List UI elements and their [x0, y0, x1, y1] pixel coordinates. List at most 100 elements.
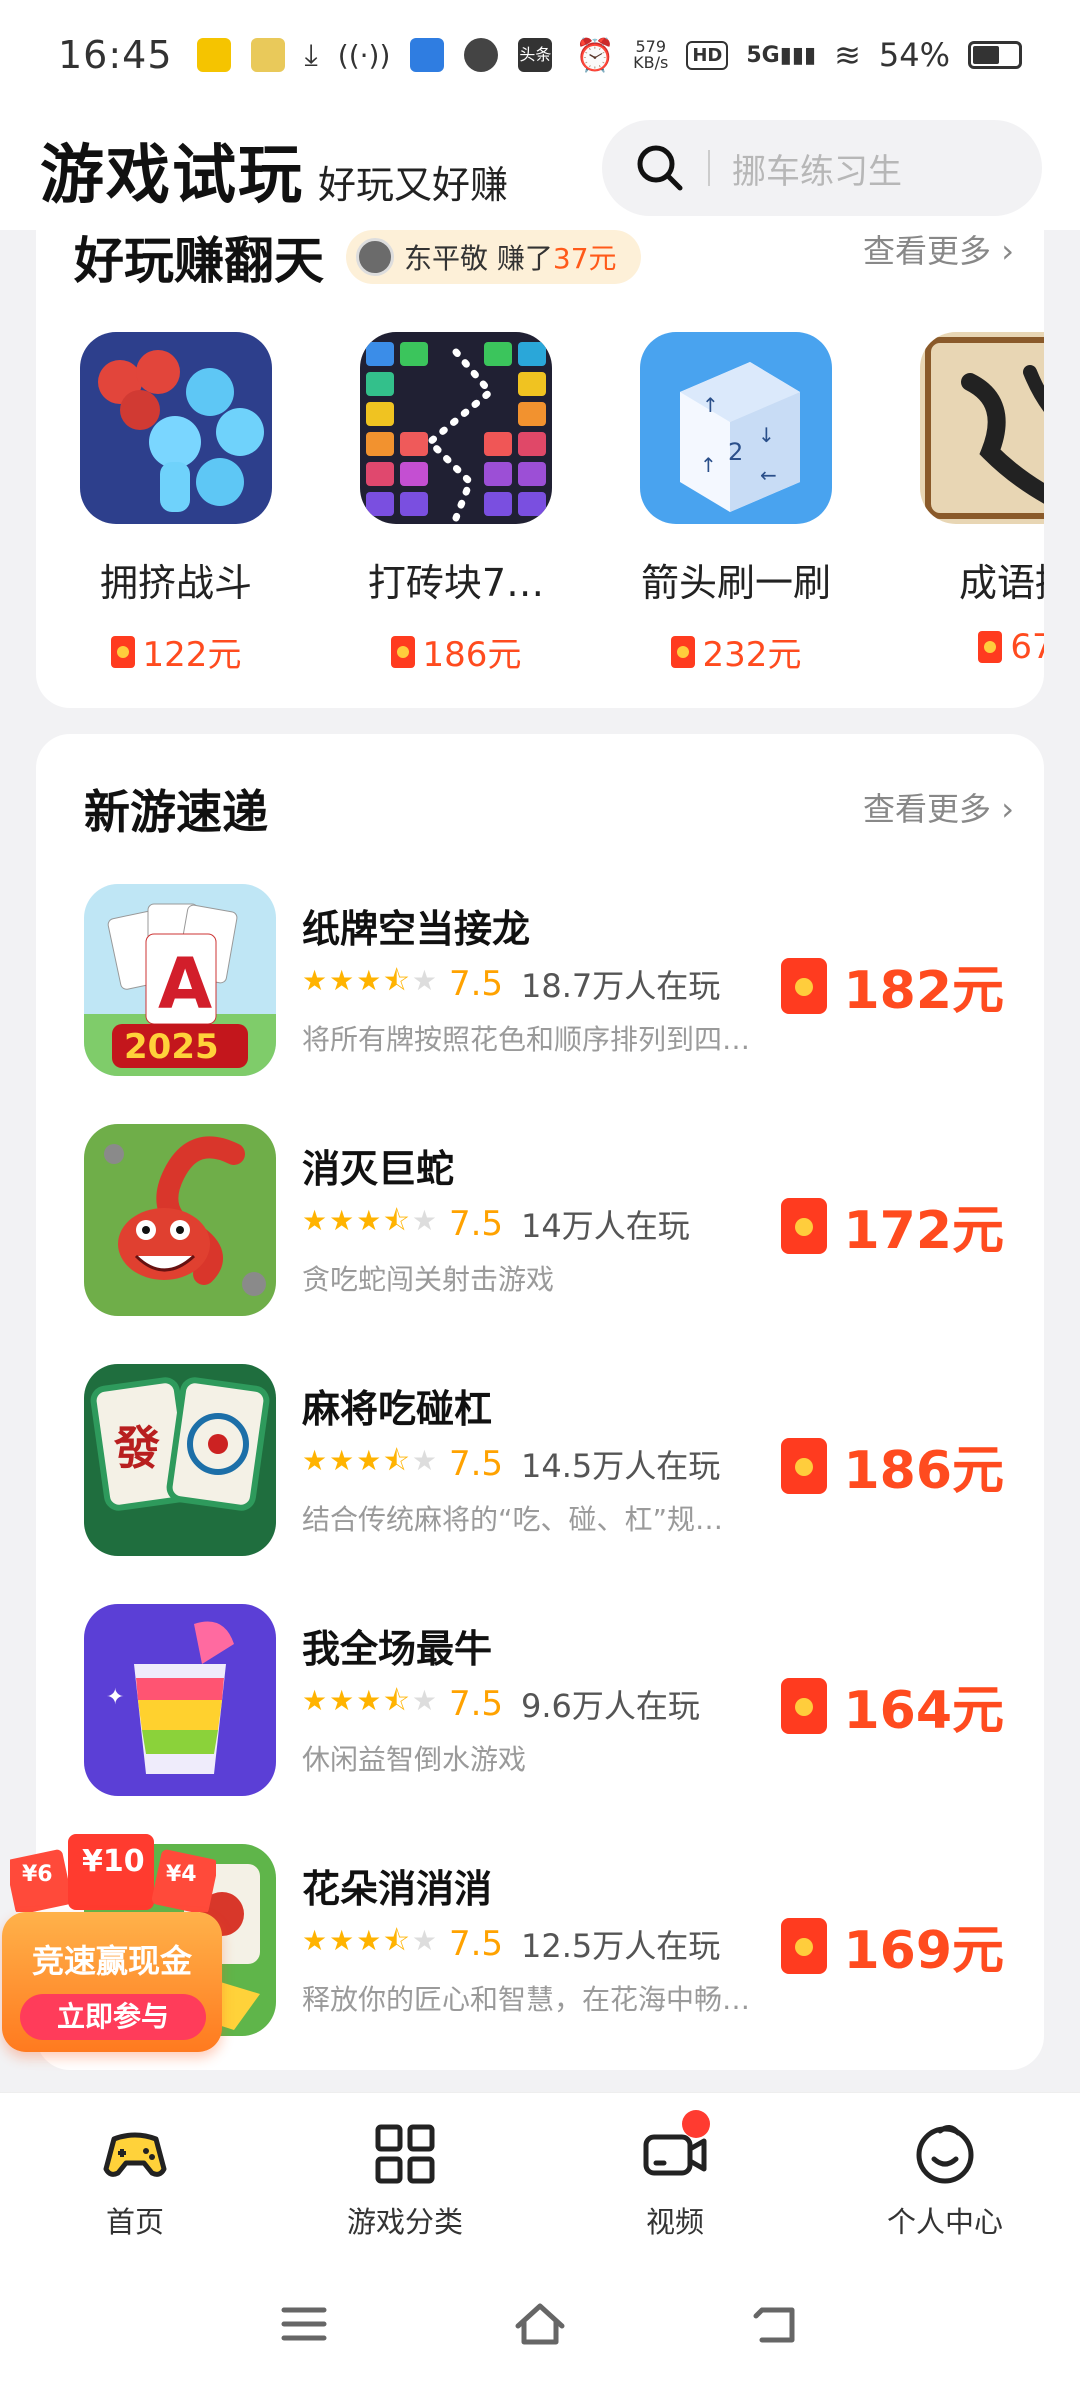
- menu-icon[interactable]: [276, 2296, 332, 2352]
- home-icon[interactable]: [512, 2296, 568, 2352]
- hd-badge: HD: [686, 40, 729, 70]
- toutiao-icon: 头条: [518, 38, 553, 72]
- game-row[interactable]: 消灭巨蛇 ★★★⯪★ 7.5 14万人在玩 贪吃蛇闯关射击游戏 172元: [84, 1124, 1004, 1316]
- game-desc: 休闲益智倒水游戏: [302, 1743, 527, 1776]
- earn-user: 东平敬 赚了: [404, 242, 553, 275]
- signal-icon: 5G▮▮▮: [746, 42, 817, 68]
- new-more-link[interactable]: 查看更多 ›: [863, 784, 1014, 830]
- game-icon: ↑ 2 ↓ ← ↑: [640, 332, 832, 524]
- hot-game-reward: 232元: [670, 627, 801, 676]
- hot-game-name: 成语接: [958, 561, 1044, 605]
- gamepad-icon: [103, 2132, 167, 2177]
- rating-score: 7.5: [448, 1204, 504, 1244]
- game-reward: 169元: [781, 1908, 1004, 1983]
- game-row[interactable]: A 2025 纸牌空当接龙 ★★★⯪★ 7.5 18.7万人在玩 将所有牌按照花色…: [84, 884, 1004, 1076]
- search-bar[interactable]: 挪车练习生: [602, 120, 1042, 216]
- game-icon: 發: [84, 1364, 276, 1556]
- game-desc: 结合传统麻将的“吃、碰、杠”规…: [302, 1503, 724, 1536]
- game-row[interactable]: ✦ 我全场最牛 ★★★⯪★ 7.5 9.6万人在玩 休闲益智倒水游戏 164元: [84, 1604, 1004, 1796]
- red-packet-icon: [110, 635, 135, 668]
- wifi-icon: ≋: [834, 36, 861, 74]
- bottom-tab-bar: 首页 游戏分类 视频 个人中心: [0, 2092, 1080, 2260]
- tab-label: 个人中心: [886, 2205, 1003, 2239]
- tab-home[interactable]: 首页: [0, 2093, 270, 2260]
- ticket-value: ¥10: [82, 1844, 145, 1879]
- earn-amount: 37元: [552, 242, 617, 275]
- avatar: [356, 238, 394, 276]
- profile-face-icon: [916, 2125, 974, 2184]
- search-placeholder[interactable]: 挪车练习生: [732, 144, 902, 193]
- rating-stars-icon: ★★★⯪★: [302, 1444, 439, 1477]
- rating-stars-icon: ★★★⯪★: [302, 1684, 439, 1717]
- tab-video[interactable]: 视频: [540, 2093, 810, 2260]
- svg-text:✦: ✦: [106, 1685, 124, 1710]
- app-notification-icon: [464, 38, 499, 72]
- tab-label: 首页: [105, 2205, 164, 2239]
- rating-score: 7.5: [448, 1924, 504, 1964]
- svg-text:A: A: [158, 943, 212, 1025]
- player-count: 14万人在玩: [521, 1207, 690, 1245]
- game-row[interactable]: 發 麻将吃碰杠 ★★★⯪★ 7.5 14.5万人在玩 结合传统麻将的“吃、碰、杠…: [84, 1364, 1004, 1556]
- player-count: 12.5万人在玩: [521, 1927, 721, 1965]
- hot-game-item[interactable]: ↑ 2 ↓ ← ↑ 箭头刷一刷 232元: [596, 332, 876, 676]
- hot-game-item[interactable]: 拥挤战斗 122元: [36, 332, 316, 676]
- svg-text:2025: 2025: [124, 1027, 219, 1067]
- game-meta: ★★★⯪★ 7.5 14万人在玩: [302, 1200, 690, 1248]
- hot-game-name: 打砖块7…: [367, 561, 545, 605]
- player-count: 18.7万人在玩: [521, 967, 721, 1005]
- search-icon: [637, 145, 683, 191]
- grid-icon: [375, 2124, 435, 2184]
- hot-games-card: 好玩赚翻天 东平敬 赚了 37元 查看更多 › 拥挤战斗 122元 打砖块7… …: [36, 220, 1044, 708]
- hot-game-item[interactable]: 打砖块7… 186元: [316, 332, 596, 676]
- game-desc: 将所有牌按照花色和顺序排列到四…: [302, 1023, 751, 1056]
- rating-stars-icon: ★★★⯪★: [302, 1204, 439, 1237]
- game-reward: 164元: [781, 1668, 1004, 1743]
- game-icon: A 2025: [84, 884, 276, 1076]
- game-desc: 释放你的匠心和智慧，在花海中畅…: [302, 1983, 751, 2016]
- earn-ticker: 东平敬 赚了 37元: [346, 230, 641, 284]
- player-count: 14.5万人在玩: [521, 1447, 721, 1485]
- svg-text:2: 2: [728, 438, 743, 466]
- svg-text:↓: ↓: [758, 423, 775, 447]
- game-meta: ★★★⯪★ 7.5 18.7万人在玩: [302, 960, 720, 1008]
- ticket-value: ¥6: [22, 1862, 53, 1887]
- game-icon: ✦: [84, 1604, 276, 1796]
- tab-label: 游戏分类: [346, 2205, 463, 2239]
- battery-icon: [968, 41, 1022, 69]
- race-cash-promo[interactable]: ¥6 ¥10 ¥4 竞速赢现金 立即参与: [0, 1832, 226, 2068]
- hot-games-title: 好玩赚翻天: [74, 232, 324, 290]
- download-icon: ⤓: [304, 37, 318, 73]
- app-header: 游戏试玩 好玩又好赚 挪车练习生: [0, 110, 1080, 230]
- game-desc: 贪吃蛇闯关射击游戏: [302, 1263, 555, 1296]
- game-name: 花朵消消消: [302, 1867, 493, 1911]
- app-notification-icon: [196, 38, 231, 72]
- ticket-value: ¥4: [166, 1862, 197, 1887]
- game-icon: [80, 332, 272, 524]
- hot-game-name: 箭头刷一刷: [640, 561, 831, 605]
- notification-icons: ⤓ ((·)) 头条: [196, 37, 553, 73]
- search-divider: [708, 150, 710, 186]
- app-notification-icon: [250, 38, 285, 72]
- game-reward: 182元: [781, 948, 1004, 1023]
- game-icon: [84, 1124, 276, 1316]
- promo-body: 竞速赢现金 立即参与: [2, 1912, 222, 2052]
- hot-more-link[interactable]: 查看更多 ›: [863, 226, 1014, 272]
- hot-game-name: 拥挤战斗: [99, 561, 252, 605]
- back-icon[interactable]: [748, 2296, 804, 2352]
- red-packet-icon: [781, 1437, 828, 1494]
- hot-game-item[interactable]: 成语接 67: [876, 332, 1044, 676]
- game-name: 我全场最牛: [302, 1627, 493, 1671]
- game-name: 纸牌空当接龙: [302, 907, 531, 951]
- join-button[interactable]: 立即参与: [20, 1994, 206, 2040]
- hot-game-reward: 122元: [110, 627, 241, 676]
- battery-percent: 54%: [878, 36, 950, 74]
- tab-profile[interactable]: 个人中心: [810, 2093, 1080, 2260]
- hot-game-reward: 67: [978, 627, 1044, 667]
- hotspot-icon: ((·)): [337, 38, 391, 72]
- game-icon: [920, 332, 1044, 524]
- game-reward: 186元: [781, 1428, 1004, 1503]
- svg-text:↑: ↑: [700, 453, 717, 477]
- rating-score: 7.5: [448, 964, 504, 1004]
- tab-label: 视频: [645, 2205, 704, 2239]
- tab-categories[interactable]: 游戏分类: [270, 2093, 540, 2260]
